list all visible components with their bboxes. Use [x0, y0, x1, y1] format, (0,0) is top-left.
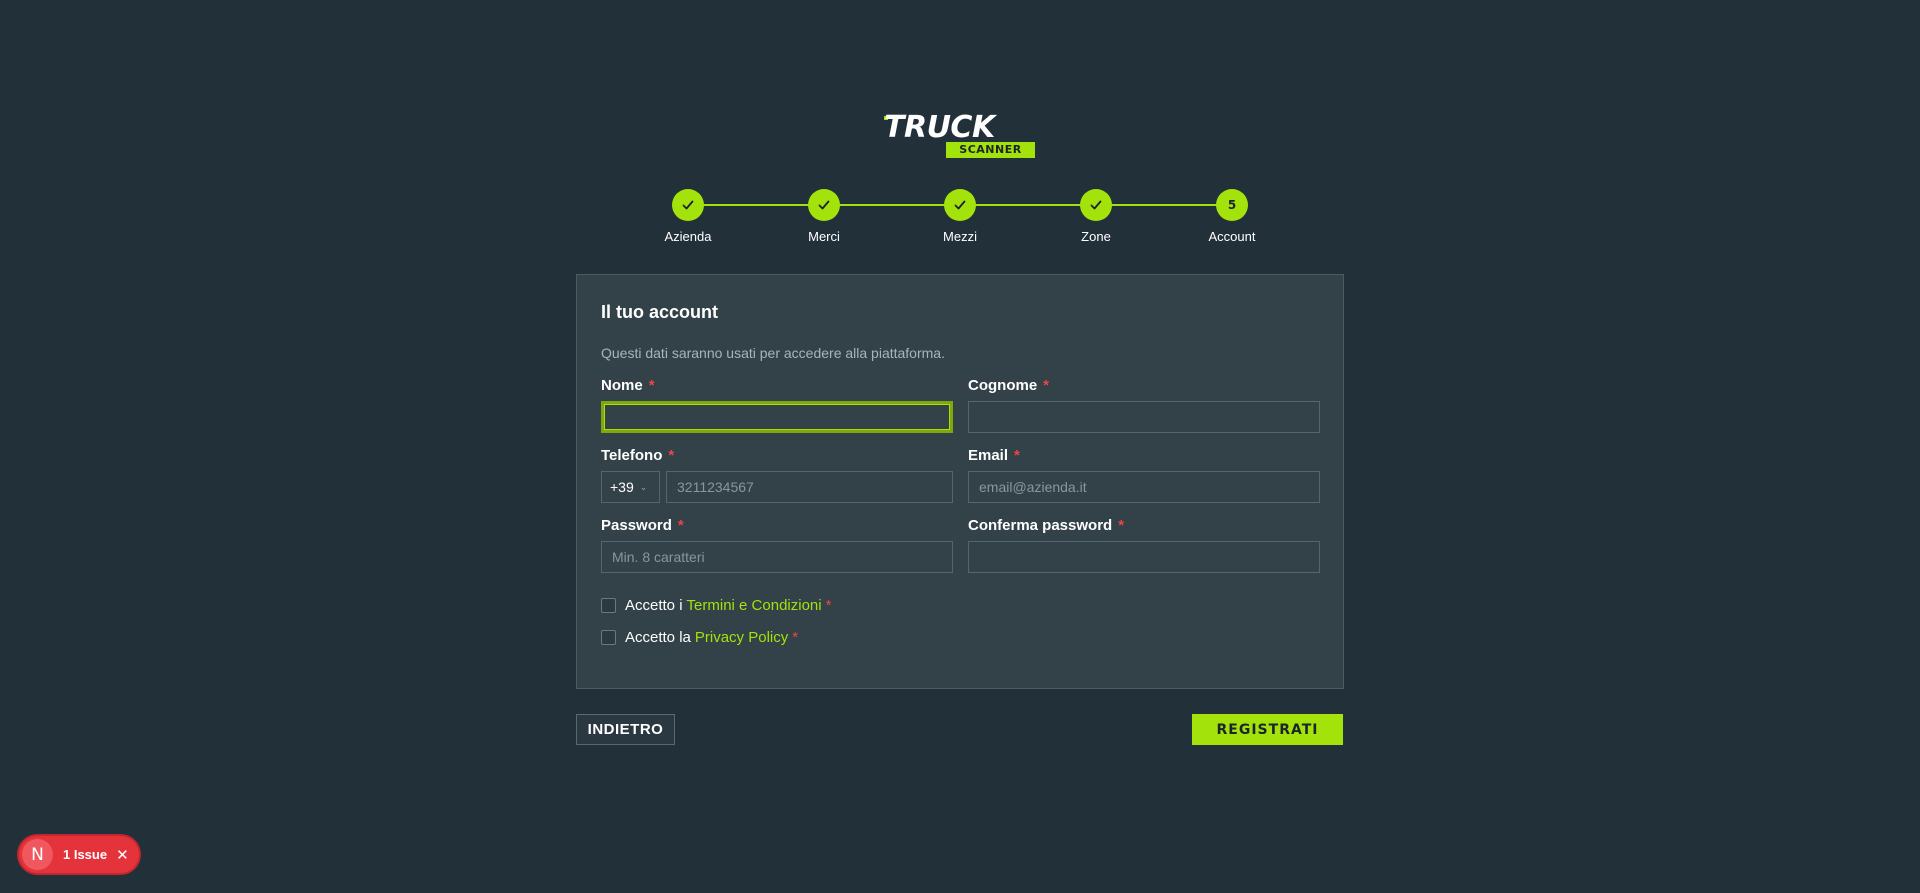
cognome-input[interactable] [968, 401, 1320, 433]
privacy-prefix: Accetto la [625, 629, 691, 646]
required-mark: * [668, 447, 675, 464]
conferma-password-input[interactable] [968, 541, 1320, 573]
nextjs-avatar: N [22, 839, 53, 870]
step-azienda[interactable]: Azienda [638, 189, 738, 244]
password-label: Password * [601, 517, 684, 534]
telefono-input[interactable] [666, 471, 953, 503]
privacy-link[interactable]: Privacy Policy [695, 629, 788, 646]
step-number: 5 [1216, 189, 1248, 221]
conferma-password-label-text: Conferma password [968, 517, 1113, 534]
check-icon [944, 189, 976, 221]
register-button[interactable]: REGISTRATI [1192, 714, 1343, 745]
issue-count: 1 Issue [63, 847, 108, 862]
cognome-label-text: Cognome [968, 377, 1038, 394]
nome-label-text: Nome [601, 377, 643, 394]
logo-word: TRUCK [884, 110, 995, 145]
truck-scanner-logo: TRUCK SCANNER [884, 110, 1036, 158]
account-card: Il tuo account Questi dati saranno usati… [576, 274, 1344, 689]
required-mark: * [1118, 517, 1125, 534]
chevron-down-icon: ⌄ [639, 481, 648, 492]
privacy-row: Accetto la Privacy Policy * [601, 629, 798, 646]
email-label-text: Email [968, 447, 1009, 464]
logo-sub: SCANNER [946, 142, 1035, 158]
email-input[interactable] [968, 471, 1320, 503]
terms-checkbox[interactable] [601, 598, 616, 613]
country-code-select[interactable]: +39 ⌄ [601, 471, 660, 503]
check-icon [1080, 189, 1112, 221]
step-account: 5 Account [1182, 189, 1282, 244]
conferma-password-label: Conferma password * [968, 517, 1124, 534]
close-icon[interactable]: ✕ [116, 846, 129, 864]
step-label: Mezzi [943, 229, 977, 244]
required-mark: * [825, 597, 832, 614]
step-merci[interactable]: Merci [774, 189, 874, 244]
privacy-checkbox[interactable] [601, 630, 616, 645]
country-code-value: +39 [610, 479, 634, 495]
cognome-label: Cognome * [968, 377, 1049, 394]
telefono-label-text: Telefono [601, 447, 663, 464]
password-input[interactable] [601, 541, 953, 573]
step-label: Azienda [664, 229, 712, 244]
terms-link[interactable]: Termini e Condizioni [687, 597, 822, 614]
step-label: Account [1208, 229, 1256, 244]
check-icon [672, 189, 704, 221]
nome-label: Nome * [601, 377, 655, 394]
required-mark: * [792, 629, 799, 646]
terms-row: Accetto i Termini e Condizioni * [601, 597, 831, 614]
telefono-label: Telefono * [601, 447, 674, 464]
required-mark: * [677, 517, 684, 534]
required-mark: * [1043, 377, 1050, 394]
card-title: Il tuo account [601, 302, 718, 322]
step-mezzi[interactable]: Mezzi [910, 189, 1010, 244]
required-mark: * [1014, 447, 1020, 464]
check-icon [808, 189, 840, 221]
card-description: Questi dati saranno usati per accedere a… [601, 345, 945, 361]
issue-badge[interactable]: N 1 Issue ✕ [19, 836, 139, 873]
step-label: Merci [808, 229, 840, 244]
email-label: Email * [968, 447, 1020, 464]
back-button[interactable]: INDIETRO [576, 714, 675, 745]
nome-input[interactable] [601, 401, 953, 433]
required-mark: * [648, 377, 655, 394]
step-label: Zone [1081, 229, 1111, 244]
step-zone[interactable]: Zone [1046, 189, 1146, 244]
password-label-text: Password [601, 517, 672, 534]
terms-prefix: Accetto i [625, 597, 683, 614]
